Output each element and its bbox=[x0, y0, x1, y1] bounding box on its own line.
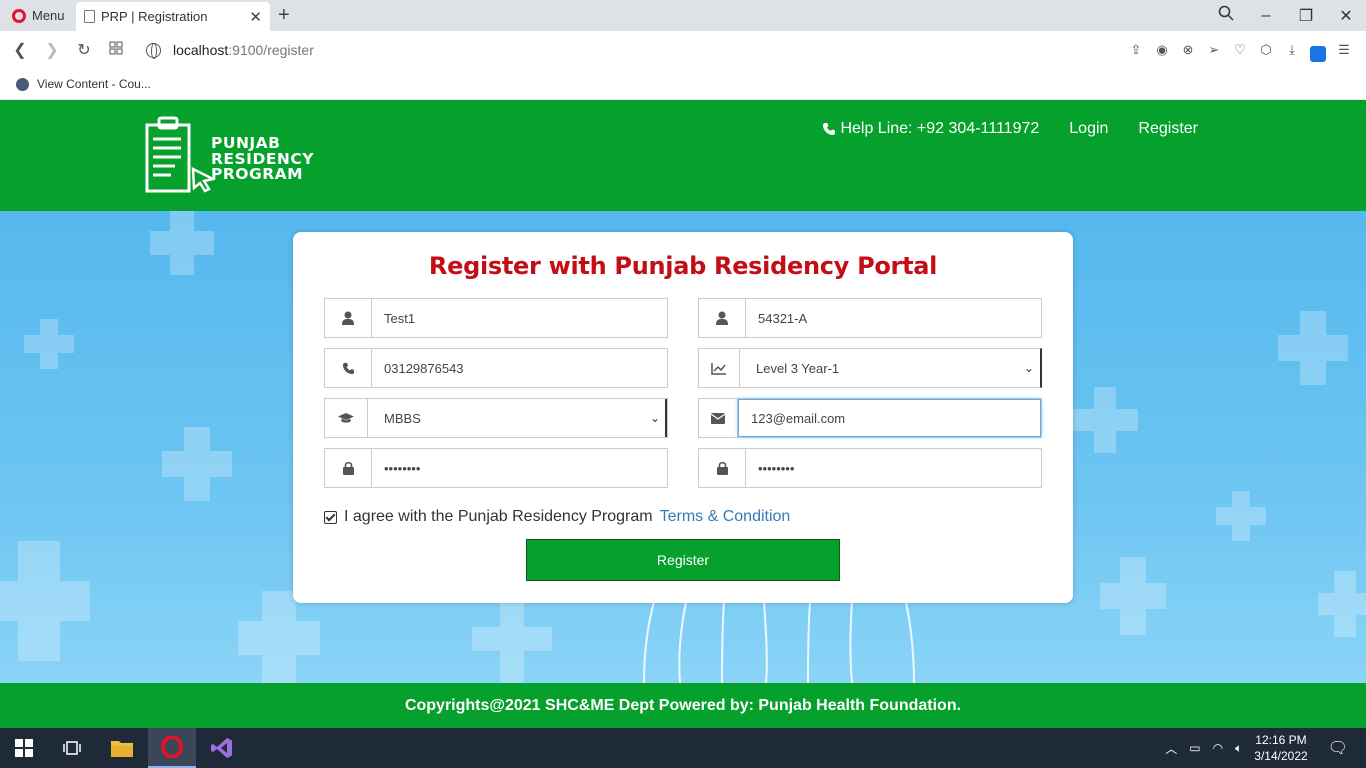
phone-field bbox=[324, 348, 668, 388]
adblock-icon[interactable]: ⊗ bbox=[1180, 42, 1196, 58]
graduation-cap-icon bbox=[325, 399, 368, 437]
lock-icon bbox=[325, 449, 372, 487]
bookmarks-bar: View Content - Cou... bbox=[0, 69, 1366, 100]
degree-field: MBBS ⌄ bbox=[324, 398, 668, 438]
tab-close-icon[interactable]: ✕ bbox=[249, 8, 262, 26]
chevron-down-icon: ⌄ bbox=[1023, 361, 1035, 375]
user-icon bbox=[699, 299, 746, 337]
terms-agreement: I agree with the Punjab Residency Progra… bbox=[324, 508, 790, 526]
browser-tabbar: Menu PRP | Registration ✕ + – ❐ ✕ bbox=[0, 0, 1366, 31]
wifi-icon[interactable]: ◠ bbox=[1213, 741, 1223, 755]
address-bar: ❮ ❯ ↻ localhost:9100/register ⇪ ◉ ⊗ ➢ ♡ … bbox=[0, 31, 1366, 69]
chart-icon bbox=[699, 349, 740, 387]
clock[interactable]: 12:16 PM 3/14/2022 bbox=[1254, 732, 1307, 764]
registration-card: Register with Punjab Residency Portal Te… bbox=[293, 232, 1073, 603]
phone-icon bbox=[325, 349, 372, 387]
confirm-password-input[interactable] bbox=[746, 449, 1041, 487]
footer-text: Copyrights@2021 SHC&ME Dept Powered by: … bbox=[404, 696, 962, 714]
url-host: localhost bbox=[173, 42, 229, 58]
bookmark-favicon-icon bbox=[16, 77, 29, 91]
url-path: :9100/register bbox=[228, 42, 314, 58]
phone-input[interactable] bbox=[372, 349, 667, 387]
search-icon[interactable] bbox=[1206, 5, 1246, 26]
visual-studio-icon[interactable] bbox=[198, 728, 246, 768]
degree-select[interactable]: MBBS bbox=[368, 399, 645, 437]
main-background: Register with Punjab Residency Portal Te… bbox=[0, 211, 1366, 683]
share-icon[interactable]: ⇪ bbox=[1128, 42, 1144, 58]
email-input[interactable] bbox=[738, 399, 1041, 437]
agree-text: I agree with the Punjab Residency Progra… bbox=[344, 508, 653, 525]
windows-taskbar: ︿ ▭ ◠ 🔈︎ 12:16 PM 3/14/2022 🗨︎ bbox=[0, 728, 1366, 768]
site-footer: Copyrights@2021 SHC&ME Dept Powered by: … bbox=[0, 683, 1366, 728]
password-field bbox=[324, 448, 668, 488]
pmdc-input[interactable] bbox=[746, 299, 1041, 337]
camera-icon[interactable]: ◉ bbox=[1154, 42, 1170, 58]
agree-checkbox[interactable] bbox=[324, 510, 337, 524]
new-tab-icon[interactable]: + bbox=[278, 4, 290, 27]
top-nav: Help Line: +92 304-1111972 Login Registe… bbox=[822, 120, 1198, 138]
browser-tab-active[interactable]: PRP | Registration ✕ bbox=[76, 2, 270, 31]
terms-link[interactable]: Terms & Condition bbox=[660, 508, 791, 526]
lock-icon bbox=[699, 449, 746, 487]
globe-icon bbox=[146, 42, 161, 59]
site-header: PUNJAB RESIDENCY PROGRAM Help Line: +92 … bbox=[0, 100, 1366, 211]
volume-icon[interactable]: 🔈︎ bbox=[1235, 741, 1242, 756]
forward-icon[interactable]: ❯ bbox=[36, 40, 68, 60]
opera-logo-icon bbox=[12, 8, 26, 23]
name-field bbox=[324, 298, 668, 338]
register-button[interactable]: Register bbox=[526, 539, 840, 581]
helpline-text: Help Line: +92 304-1111972 bbox=[840, 120, 1040, 137]
download-icon[interactable]: ⤓ bbox=[1284, 42, 1300, 58]
page-icon bbox=[84, 10, 95, 23]
restore-icon[interactable]: ❐ bbox=[1286, 6, 1326, 26]
prp-logo[interactable]: PUNJAB RESIDENCY PROGRAM bbox=[145, 115, 315, 195]
file-explorer-icon[interactable] bbox=[98, 728, 146, 768]
chevron-down-icon: ⌄ bbox=[645, 399, 667, 437]
opera-menu-label: Menu bbox=[32, 8, 65, 23]
easy-setup-icon[interactable]: ☰ bbox=[1336, 42, 1352, 58]
speed-dial-icon[interactable] bbox=[100, 41, 132, 60]
email-field bbox=[698, 398, 1042, 438]
confirm-password-field bbox=[698, 448, 1042, 488]
clock-time: 12:16 PM bbox=[1255, 733, 1307, 747]
minimize-icon[interactable]: – bbox=[1246, 7, 1286, 25]
level-field: Level 3 Year-1 ⌄ bbox=[698, 348, 1042, 388]
bookmark-item[interactable]: View Content - Cou... bbox=[37, 77, 151, 91]
heart-icon[interactable]: ♡ bbox=[1232, 42, 1248, 58]
clipboard-logo-icon bbox=[145, 116, 217, 193]
helpline: Help Line: +92 304-1111972 bbox=[822, 120, 1039, 138]
reload-icon[interactable]: ↻ bbox=[68, 40, 100, 60]
opera-menu-button[interactable]: Menu bbox=[0, 0, 77, 31]
tray-chevron-up-icon[interactable]: ︿ bbox=[1165, 740, 1177, 757]
opera-taskbar-icon[interactable] bbox=[148, 728, 196, 768]
form-title: Register with Punjab Residency Portal bbox=[428, 252, 938, 280]
system-tray: ︿ ▭ ◠ 🔈︎ 12:16 PM 3/14/2022 🗨︎ bbox=[1165, 728, 1366, 768]
battery-icon[interactable]: ▭ bbox=[1189, 741, 1200, 755]
pmdc-field bbox=[698, 298, 1042, 338]
url-field[interactable]: localhost:9100/register bbox=[146, 42, 314, 59]
send-icon[interactable]: ➢ bbox=[1206, 42, 1222, 58]
name-input[interactable] bbox=[372, 299, 667, 337]
close-window-icon[interactable]: ✕ bbox=[1326, 6, 1366, 26]
tab-title: PRP | Registration bbox=[101, 9, 208, 24]
task-view-icon[interactable] bbox=[48, 728, 96, 768]
back-icon[interactable]: ❮ bbox=[4, 40, 36, 60]
level-select[interactable]: Level 3 Year-1 bbox=[740, 349, 1018, 387]
windows-start-icon[interactable] bbox=[0, 728, 48, 768]
nav-register-link[interactable]: Register bbox=[1138, 120, 1198, 138]
cube-icon[interactable]: ⬡ bbox=[1258, 42, 1274, 58]
logo-line-3: PROGRAM bbox=[211, 165, 304, 183]
logo-text: PUNJAB RESIDENCY PROGRAM bbox=[211, 135, 314, 183]
window-controls: – ❐ ✕ bbox=[1206, 0, 1366, 31]
password-input[interactable] bbox=[372, 449, 667, 487]
phone-icon bbox=[823, 123, 836, 135]
notifications-icon[interactable]: 🗨︎ bbox=[1328, 738, 1348, 758]
envelope-icon bbox=[699, 399, 738, 437]
battery-saver-icon[interactable] bbox=[1310, 42, 1326, 62]
user-icon bbox=[325, 299, 372, 337]
clock-date: 3/14/2022 bbox=[1254, 749, 1308, 763]
toolbar-icons: ⇪ ◉ ⊗ ➢ ♡ ⬡ ⤓ ☰ bbox=[1128, 31, 1352, 69]
nav-login-link[interactable]: Login bbox=[1069, 120, 1108, 138]
